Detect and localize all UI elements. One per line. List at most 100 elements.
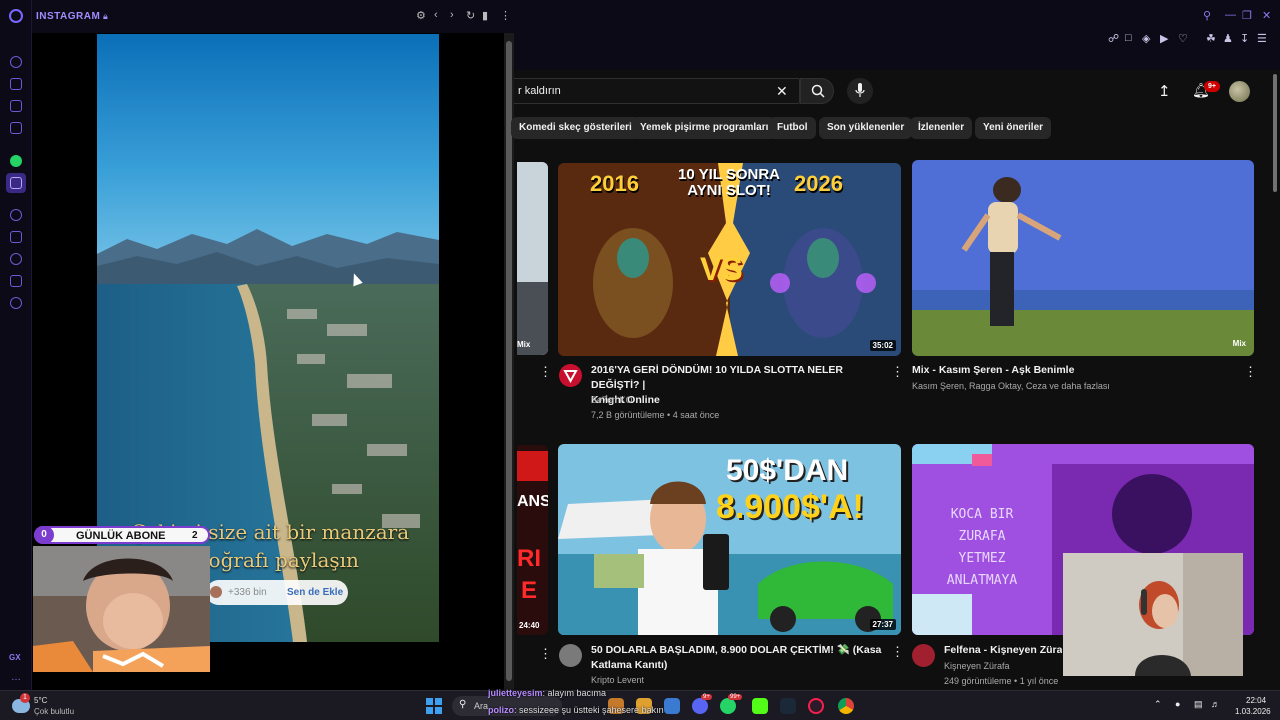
opera-logo-icon[interactable] — [9, 9, 23, 23]
store-icon[interactable] — [664, 698, 680, 714]
pin-toolbar-icon[interactable]: ☍ — [1108, 32, 1119, 45]
channel-name-felfena[interactable]: Kişneyen Zürafa — [944, 661, 1010, 671]
channel-avatar-se7en[interactable] — [559, 364, 582, 387]
thumb-year-right: 2026 — [794, 171, 843, 196]
video-title[interactable]: 2016'YA GERİ DÖNDÜM! 10 YILDA SLOTTA NEL… — [591, 363, 891, 408]
channel-avatar-felfena[interactable] — [912, 644, 935, 667]
kick-icon[interactable] — [752, 698, 768, 714]
panel-menu-icon[interactable]: ⋮ — [500, 9, 511, 22]
crypto-wallet-icon[interactable]: ▶ — [1160, 32, 1168, 45]
clock-time[interactable]: 22:04 — [1246, 696, 1266, 705]
whatsapp-icon[interactable] — [10, 155, 22, 167]
maximize-icon[interactable]: ❐ — [1242, 9, 1252, 22]
add-yours-sticker[interactable]: +336 bin Sen de Ekle — [206, 580, 348, 605]
opera-toolbar: ⚲ — ❐ ✕ ☍ □ ◈ ▶ ♡ ☘ ♟ ↧ ☰ — [514, 0, 1280, 70]
microphone-tray-icon[interactable]: ● — [1175, 699, 1180, 709]
channel-name[interactable]: Se7en KO — [591, 395, 633, 405]
video-title-line-1[interactable]: 2016'YA GERİ DÖNDÜM! 10 YILDA SLOTTA NEL… — [591, 363, 891, 393]
video-menu-icon[interactable]: ⋮ — [891, 364, 904, 380]
messenger-icon[interactable] — [10, 122, 22, 134]
scrollbar-thumb[interactable] — [506, 41, 512, 681]
create-upload-icon[interactable]: ↥ — [1158, 82, 1171, 100]
partial-video-menu-icon-2[interactable]: ⋮ — [539, 646, 552, 662]
search-icon — [811, 84, 825, 98]
video-title-kripto[interactable]: 50 DOLARLA BAŞLADIM, 8.900 DOLAR ÇEKTİM!… — [591, 643, 891, 673]
profile-icon[interactable]: ♟ — [1223, 32, 1233, 45]
video-menu-icon-kripto[interactable]: ⋮ — [891, 644, 904, 660]
discord-icon[interactable] — [692, 698, 708, 714]
whatsapp-taskbar-icon[interactable] — [720, 698, 736, 714]
gx-label[interactable]: GX — [9, 653, 21, 662]
vpn-icon[interactable]: ◈ — [1142, 32, 1150, 45]
video-title-kripto-line-2[interactable]: Katlama Kanıtı) — [591, 658, 891, 673]
screenshot-icon[interactable]: □ — [1125, 32, 1132, 44]
download-icon[interactable]: ↧ — [1240, 32, 1249, 45]
settings-gear-icon[interactable] — [10, 297, 22, 309]
opera-gx-taskbar-icon[interactable] — [808, 698, 824, 714]
chip-football[interactable]: Futbol — [769, 117, 816, 139]
back-icon[interactable]: ‹ — [434, 9, 438, 21]
partial-video-menu-icon[interactable]: ⋮ — [539, 364, 552, 380]
refresh-icon[interactable] — [10, 56, 22, 68]
reload-icon[interactable]: ↻ — [466, 9, 475, 22]
video-thumbnail-kripto-levent[interactable]: 50$'DAN 8.900$'A! 27:37 — [558, 444, 901, 635]
video-title-line-2[interactable]: Knight Online — [591, 393, 891, 408]
close-window-icon[interactable]: ✕ — [1262, 9, 1271, 22]
steam-icon[interactable] — [780, 698, 796, 714]
youtube-scrollbar[interactable] — [1270, 70, 1280, 690]
weather-temp[interactable]: 5°C — [34, 696, 47, 705]
add-yours-button[interactable]: Sen de Ekle — [287, 587, 343, 598]
extensions-puzzle-icon[interactable]: ☘ — [1206, 32, 1216, 45]
mix-artists[interactable]: Kasım Şeren, Ragga Oktay, Ceza ve daha f… — [912, 381, 1242, 391]
chrome-icon[interactable] — [838, 698, 854, 714]
account-avatar[interactable] — [1229, 81, 1250, 102]
discord-badge: 9+ — [701, 694, 712, 700]
windows-start-icon[interactable] — [426, 698, 442, 714]
minimize-icon[interactable]: — — [1225, 9, 1236, 21]
instagram-icon[interactable] — [10, 177, 22, 189]
history-icon[interactable] — [10, 253, 22, 265]
player-icon[interactable] — [10, 209, 22, 221]
gx-corner-icon[interactable] — [10, 100, 22, 112]
clear-search-icon[interactable]: ✕ — [776, 83, 788, 100]
chip-cooking-shows[interactable]: Yemek pişirme programları — [632, 117, 777, 139]
youtube-scrollbar-thumb[interactable] — [1273, 74, 1277, 192]
forward-icon[interactable]: › — [450, 9, 454, 21]
pin-icon[interactable] — [10, 231, 22, 243]
weather-desc[interactable]: Çok bulutlu — [34, 707, 74, 716]
network-icon[interactable]: ▤ — [1194, 699, 1203, 710]
aria-icon[interactable] — [10, 78, 22, 90]
tray-chevron-icon[interactable]: ⌃ — [1154, 699, 1162, 710]
chip-watched[interactable]: İzlenenler — [910, 117, 973, 139]
chat-text-2: : sessizeee şu üstteki şahesere bakın — [514, 705, 664, 715]
video-title-felfena[interactable]: Felfena - Kişneyen Zürafa — [944, 643, 1062, 658]
chip-comedy-sketch[interactable]: Komedi skeç gösterileri — [511, 117, 640, 139]
settings-icon[interactable]: ⚙ — [416, 9, 426, 22]
volume-icon[interactable]: ♬ — [1211, 699, 1220, 709]
channel-avatar-kripto-levent[interactable] — [559, 644, 582, 667]
easy-setup-icon[interactable]: ☰ — [1257, 32, 1267, 45]
extensions-icon[interactable] — [10, 275, 22, 287]
search-tabs-icon[interactable]: ⚲ — [1203, 9, 1211, 22]
streamer-webcam — [33, 546, 210, 672]
chip-new-suggestions[interactable]: Yeni öneriler — [975, 117, 1052, 139]
partial-video-thumbnail-1[interactable]: Mix — [517, 162, 548, 355]
chip-recently-uploaded[interactable]: Son yüklenenler — [819, 117, 913, 139]
channel-name-kripto[interactable]: Kripto Levent — [591, 675, 644, 685]
search-query[interactable]: r kaldırın — [518, 85, 561, 97]
video-title-kripto-line-1[interactable]: 50 DOLARLA BAŞLADIM, 8.900 DOLAR ÇEKTİM!… — [591, 643, 891, 658]
instagram-panel-title: INSTAGRAM — [36, 11, 101, 22]
favorite-heart-icon[interactable]: ♡ — [1178, 32, 1188, 45]
video-thumbnail-mix-kasim-seren[interactable]: Mix — [912, 160, 1254, 356]
voice-search-button[interactable] — [847, 78, 873, 104]
partial-video-thumbnail-2[interactable]: ANS RI E 24:40 — [517, 445, 548, 635]
search-button[interactable] — [800, 78, 834, 104]
whatsapp-badge: 99+ — [728, 694, 743, 700]
video-menu-icon-mix[interactable]: ⋮ — [1244, 364, 1257, 380]
video-thumbnail-knight-online[interactable]: 2016 10 YIL SONRA AYNI SLOT! 2026 VS 35:… — [558, 163, 901, 356]
video-title-mix[interactable]: Mix - Kasım Şeren - Aşk Benimle — [912, 363, 1232, 378]
search-input[interactable]: r kaldırın ✕ — [514, 78, 800, 104]
clock-date[interactable]: 1.03.2026 — [1235, 707, 1271, 716]
more-icon[interactable]: … — [11, 672, 21, 683]
pin-panel-icon[interactable]: ▮ — [482, 9, 488, 22]
